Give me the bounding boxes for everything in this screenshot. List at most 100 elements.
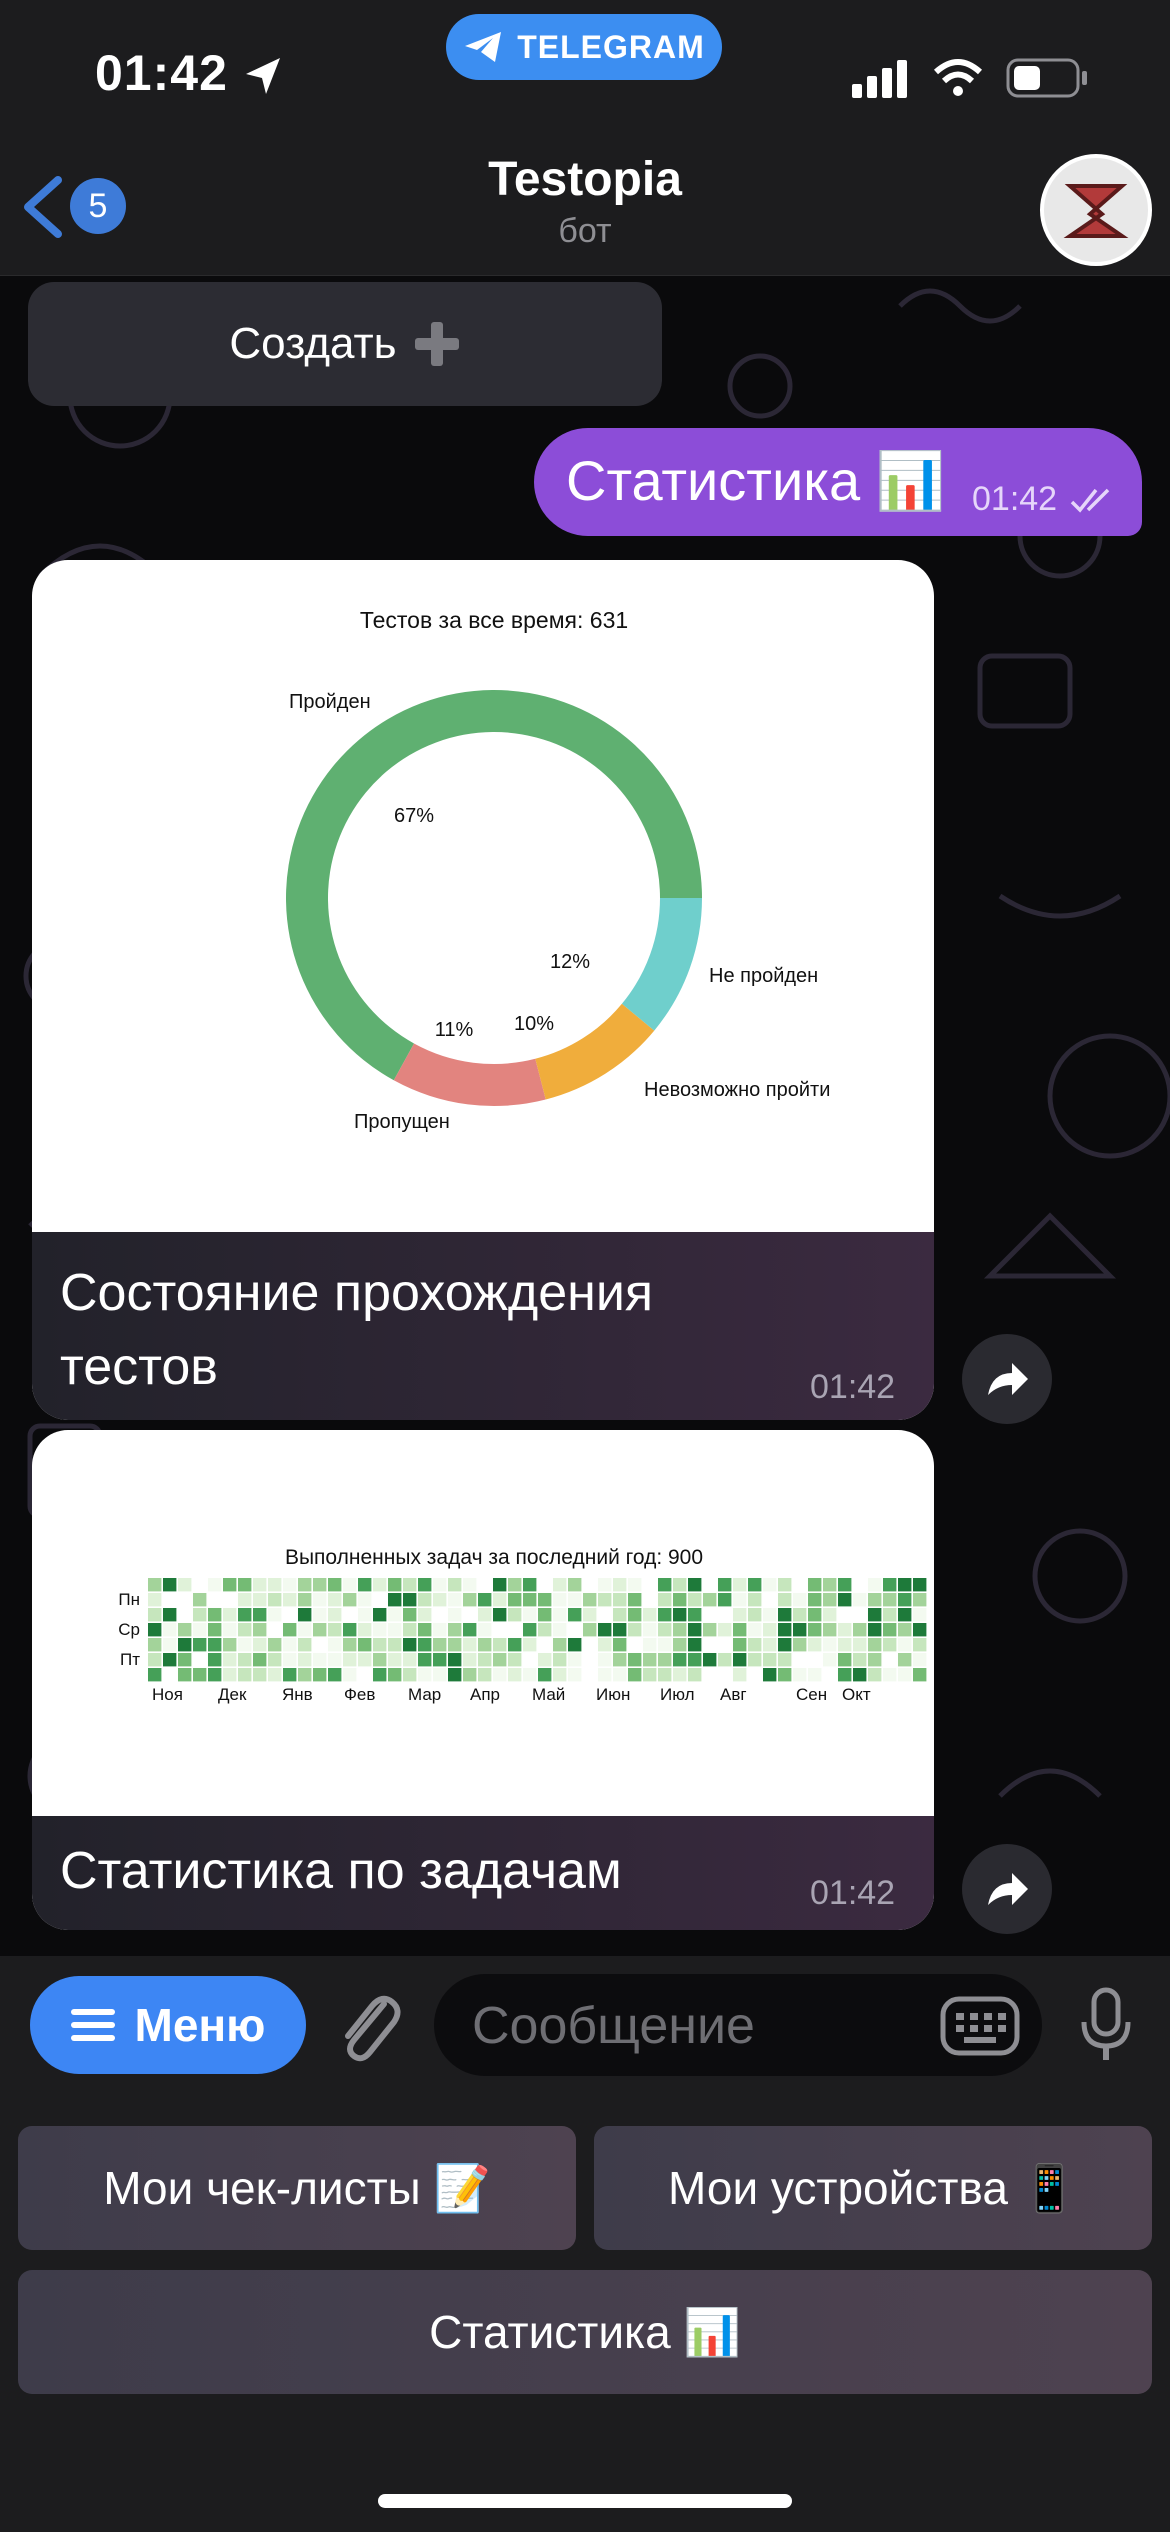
- donut-category-label-1: Не пройден: [709, 965, 818, 987]
- heatmap-cell: [838, 1593, 852, 1607]
- create-button-label: Создать: [229, 319, 397, 368]
- heatmap-cell: [643, 1638, 657, 1652]
- heatmap-cell: [148, 1593, 162, 1607]
- heatmap-cell: [448, 1608, 462, 1622]
- bot-avatar[interactable]: [1040, 154, 1152, 266]
- heatmap-cell: [268, 1638, 282, 1652]
- heatmap-cell: [298, 1608, 312, 1622]
- heatmap-cell: [703, 1593, 717, 1607]
- heatmap-cell: [373, 1623, 387, 1637]
- menu-button-label: Меню: [134, 1999, 266, 2051]
- unread-count-badge[interactable]: 5: [70, 178, 126, 234]
- heatmap-cell: [493, 1638, 507, 1652]
- heatmap-cell: [673, 1638, 687, 1652]
- back-chevron-icon[interactable]: [20, 176, 64, 238]
- heatmap-cell: [838, 1653, 852, 1667]
- heatmap-cell: [403, 1668, 417, 1682]
- heatmap-cell: [913, 1593, 927, 1607]
- heatmap-cell: [883, 1638, 897, 1652]
- create-button[interactable]: Создать: [28, 282, 662, 406]
- donut-chart-message[interactable]: Тестов за все время: 631 Пройден 67% Не пр…: [32, 560, 934, 1420]
- statistics-label: Статистика 📊: [429, 2305, 741, 2358]
- heatmap-cell: [373, 1608, 387, 1622]
- share-button-1[interactable]: [962, 1334, 1052, 1424]
- donut-message-time: 01:42: [810, 1368, 896, 1406]
- heatmap-cell: [358, 1578, 372, 1592]
- heatmap-cell: [433, 1653, 447, 1667]
- heatmap-cell: [553, 1623, 567, 1637]
- heatmap-cell: [433, 1578, 447, 1592]
- heatmap-cell: [253, 1638, 267, 1652]
- heatmap-cell: [478, 1653, 492, 1667]
- donut-slice-3: [621, 898, 702, 1031]
- donut-percent-label-1: 12%: [550, 951, 590, 973]
- heatmap-cell: [883, 1623, 897, 1637]
- heatmap-cell: [733, 1653, 747, 1667]
- heatmap-cell: [553, 1653, 567, 1667]
- heatmap-cell: [688, 1623, 702, 1637]
- donut-caption-text: Состояние прохождения тестов: [60, 1264, 654, 1396]
- heatmap-cell: [148, 1653, 162, 1667]
- heatmap-cell: [748, 1653, 762, 1667]
- heatmap-cell: [913, 1623, 927, 1637]
- heatmap-cell: [523, 1623, 537, 1637]
- keyboard-icon[interactable]: [940, 1996, 1020, 2056]
- heatmap-cell: [538, 1623, 552, 1637]
- chat-title[interactable]: Testopia: [385, 152, 785, 207]
- my-devices-label: Мои устройства 📱: [668, 2161, 1078, 2214]
- heatmap-cell: [673, 1578, 687, 1592]
- heatmap-cell: [388, 1593, 402, 1607]
- heatmap-cell: [883, 1578, 897, 1592]
- heatmap-cell: [658, 1668, 672, 1682]
- heatmap-cell: [478, 1638, 492, 1652]
- heatmap-cell: [808, 1578, 822, 1592]
- heatmap-x-label: Май: [532, 1685, 565, 1704]
- heatmap-cell: [178, 1638, 192, 1652]
- heatmap-cell: [793, 1638, 807, 1652]
- heatmap-cell: [193, 1593, 207, 1607]
- heatmap-cell: [688, 1608, 702, 1622]
- heatmap-cell: [238, 1668, 252, 1682]
- heatmap-message[interactable]: Выполненных задач за последний год: 900 …: [32, 1430, 934, 1930]
- heatmap-cell: [523, 1668, 537, 1682]
- heatmap-cell: [823, 1578, 837, 1592]
- statistics-button[interactable]: Статистика 📊: [18, 2270, 1152, 2394]
- heatmap-cell: [253, 1608, 267, 1622]
- heatmap-cell: [418, 1623, 432, 1637]
- heatmap-cell: [328, 1578, 342, 1592]
- heatmap-cell: [628, 1578, 642, 1592]
- microphone-icon[interactable]: [1076, 1986, 1136, 2066]
- read-checkmarks-icon: [1070, 488, 1110, 513]
- my-checklists-button[interactable]: Мои чек-листы 📝: [18, 2126, 576, 2250]
- share-button-2[interactable]: [962, 1844, 1052, 1934]
- heatmap-cell: [778, 1623, 792, 1637]
- location-arrow-icon: [246, 58, 280, 94]
- heatmap-cell: [253, 1578, 267, 1592]
- heatmap-cell: [463, 1668, 477, 1682]
- heatmap-cell: [658, 1638, 672, 1652]
- heatmap-cell: [763, 1653, 777, 1667]
- heatmap-cell: [748, 1593, 762, 1607]
- heatmap-cell: [598, 1638, 612, 1652]
- heatmap-cell: [868, 1608, 882, 1622]
- heatmap-cell: [868, 1623, 882, 1637]
- heatmap-cell: [388, 1653, 402, 1667]
- donut-percent-label-2: 10%: [514, 1013, 554, 1035]
- heatmap-cell: [658, 1608, 672, 1622]
- menu-button[interactable]: Меню: [30, 1976, 306, 2074]
- attach-paperclip-icon[interactable]: [334, 1990, 404, 2066]
- heatmap-cell: [823, 1608, 837, 1622]
- heatmap-cell: [643, 1623, 657, 1637]
- heatmap-cell: [178, 1623, 192, 1637]
- heatmap-cell: [508, 1653, 522, 1667]
- heatmap-cell: [748, 1638, 762, 1652]
- heatmap-cell: [838, 1668, 852, 1682]
- heatmap-cell: [313, 1668, 327, 1682]
- heatmap-cell: [898, 1653, 912, 1667]
- heatmap-cell: [238, 1623, 252, 1637]
- my-devices-button[interactable]: Мои устройства 📱: [594, 2126, 1152, 2250]
- heatmap-cell: [148, 1578, 162, 1592]
- heatmap-cell: [478, 1623, 492, 1637]
- telegram-pill[interactable]: TELEGRAM: [446, 14, 722, 80]
- heatmap-x-label: Сен: [796, 1685, 827, 1704]
